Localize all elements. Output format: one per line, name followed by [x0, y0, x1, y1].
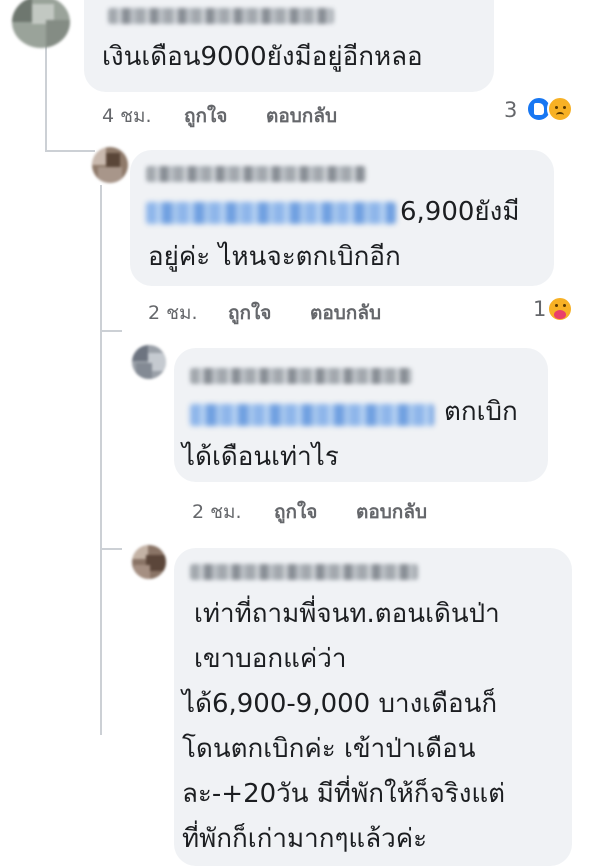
author-name[interactable] — [190, 564, 418, 580]
thread-line — [45, 42, 47, 152]
comment-time[interactable]: 2 ชม. — [148, 298, 198, 328]
comment-text: ได้เดือนเท่าไร — [182, 442, 339, 472]
reaction-count: 1 — [533, 297, 547, 321]
thread-line — [100, 330, 122, 332]
comment-text: เงินเดือน9000ยังมีอยู่อีกหลอ — [102, 42, 423, 72]
like-button[interactable]: ถูกใจ — [228, 298, 271, 328]
comment-bubble: 6,900ยังมี อยู่ค่ะ ไหนจะตกเบิกอีก — [130, 150, 554, 286]
comment-bubble: เงินเดือน9000ยังมีอยู่อีกหลอ — [84, 0, 494, 92]
mentioned-user[interactable] — [190, 404, 434, 426]
comment-bubble: เท่าที่ถามพี่จนท.ตอนเดินป่า เขาบอกแค่ว่า… — [174, 548, 572, 866]
thread-line — [45, 150, 95, 152]
reaction-summary[interactable]: 3 — [504, 98, 517, 122]
author-name[interactable] — [108, 8, 334, 24]
comment-text: ที่พักก็เก่ามากๆแล้วค่ะ — [182, 824, 428, 854]
avatar[interactable] — [132, 545, 166, 579]
reply-button[interactable]: ตอบกลับ — [356, 497, 427, 527]
sad-icon — [547, 96, 573, 122]
like-button[interactable]: ถูกใจ — [184, 101, 227, 131]
comment-text: ได้6,900-9,000 บางเดือนก็ — [182, 689, 498, 719]
comment-text: อยู่ค่ะ ไหนจะตกเบิกอีก — [148, 242, 401, 272]
avatar[interactable] — [12, 0, 70, 48]
reply-button[interactable]: ตอบกลับ — [266, 101, 337, 131]
avatar[interactable] — [92, 147, 128, 183]
comment-text: เท่าที่ถามพี่จนท.ตอนเดินป่า — [194, 599, 500, 629]
author-name[interactable] — [146, 166, 366, 182]
thread-line — [100, 548, 122, 550]
author-name[interactable] — [190, 368, 412, 384]
thread-line — [100, 185, 102, 735]
avatar[interactable] — [132, 345, 166, 379]
reply-button[interactable]: ตอบกลับ — [310, 298, 381, 328]
comment-time[interactable]: 2 ชม. — [192, 497, 242, 527]
comment-text: ตกเบิก — [444, 397, 518, 427]
mentioned-user[interactable] — [146, 202, 396, 224]
comment-time[interactable]: 4 ชม. — [102, 101, 152, 131]
comment-text: โดนตกเบิกค่ะ เข้าป่าเดือน — [182, 734, 476, 764]
comment-text: 6,900ยังมี — [400, 197, 520, 227]
reaction-count: 3 — [504, 98, 518, 122]
comment-bubble: ตกเบิก ได้เดือนเท่าไร — [174, 348, 548, 482]
comment-text: ละ-+20วัน มีที่พักให้ก็จริงแต่ — [182, 779, 506, 809]
like-button[interactable]: ถูกใจ — [274, 497, 317, 527]
reaction-summary[interactable]: 1 — [533, 297, 546, 321]
care-icon — [547, 296, 573, 322]
comment-text: เขาบอกแค่ว่า — [194, 644, 347, 674]
